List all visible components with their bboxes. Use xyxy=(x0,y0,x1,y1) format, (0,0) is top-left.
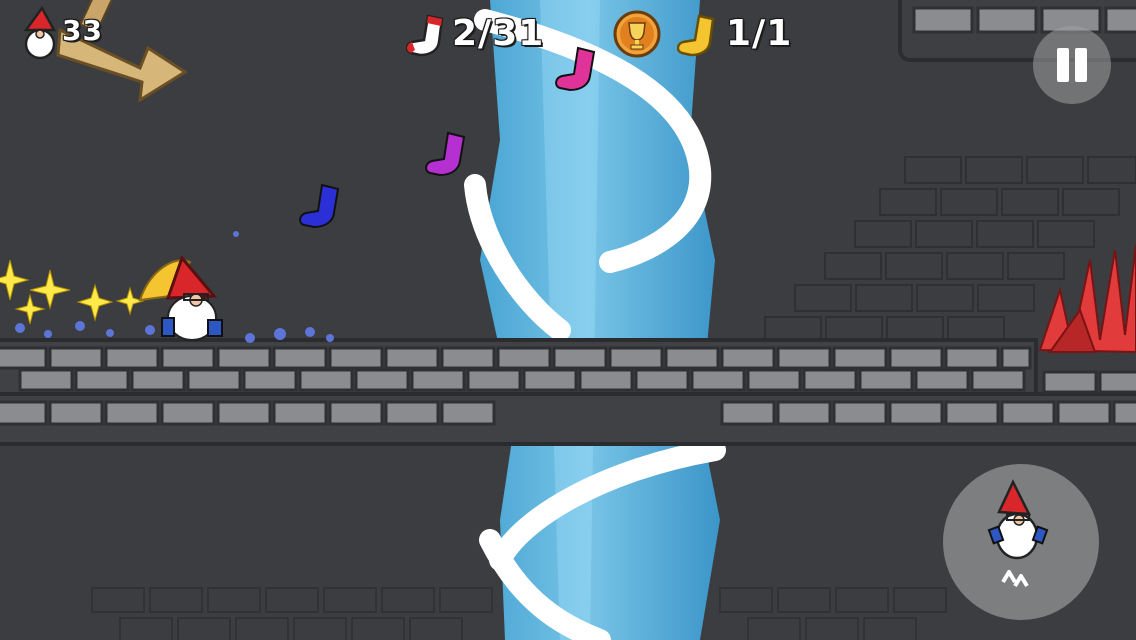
ice-tornado xyxy=(464,0,726,640)
pause-icon xyxy=(1057,48,1069,82)
sparkle-trail xyxy=(0,259,145,325)
pause-icon-bar-right xyxy=(1075,48,1087,82)
jump-button[interactable] xyxy=(943,464,1099,620)
pause-button[interactable] xyxy=(1033,26,1111,104)
brick-platform xyxy=(0,338,1136,446)
sock-blue xyxy=(299,183,340,229)
spike-hazard xyxy=(1038,244,1136,354)
sock-icon xyxy=(406,14,444,57)
socks-counter: 2/31 xyxy=(452,13,545,54)
trophy-icon xyxy=(613,10,661,58)
golden-socks-counter: 1/1 xyxy=(726,13,793,54)
gnome-jump-icon xyxy=(987,479,1049,588)
game-stage: 33 2/31 1/1 xyxy=(0,0,1136,640)
lives-counter: 33 xyxy=(62,14,103,47)
gnome-head-icon xyxy=(23,6,57,60)
golden-sock-icon xyxy=(677,14,715,57)
sock-purple xyxy=(425,131,466,177)
